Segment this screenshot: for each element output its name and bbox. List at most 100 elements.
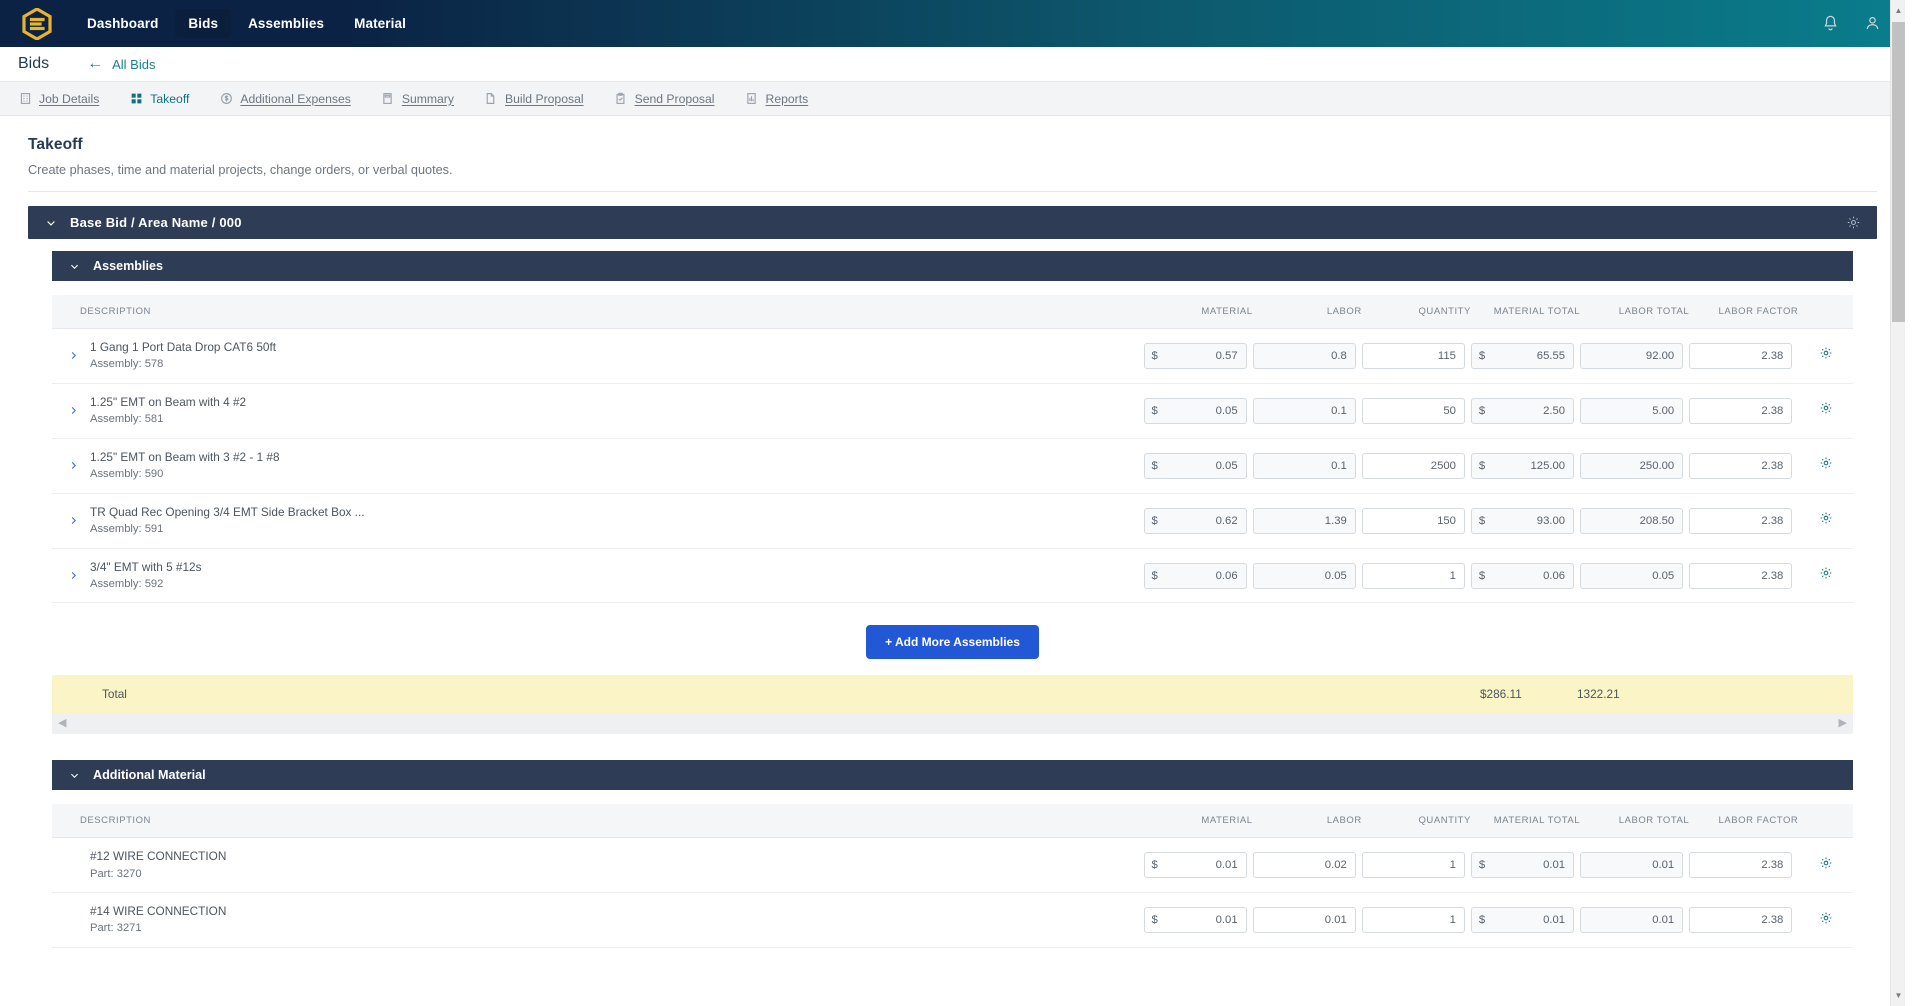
add-more-assemblies-button[interactable]: + Add More Assemblies: [866, 625, 1039, 660]
material-total-input[interactable]: $ 93.00: [1470, 507, 1575, 534]
material-cell: $ 0.05: [1143, 438, 1253, 494]
material-input[interactable]: $ 0.62: [1143, 507, 1247, 534]
chevron-right-icon[interactable]: [64, 405, 82, 416]
row-settings-gear-icon[interactable]: [1819, 511, 1833, 525]
material-input[interactable]: $ 0.57: [1143, 342, 1247, 369]
labor-factor-input[interactable]: 2.38: [1689, 507, 1793, 534]
material-total-input[interactable]: $ 0.01: [1470, 852, 1575, 879]
labor-total-input[interactable]: 0.05: [1580, 562, 1684, 589]
material-value: 0.05: [1215, 404, 1238, 417]
assemblies-horizontal-scrollbar[interactable]: ◀ ▶: [52, 713, 1853, 735]
labor-total-input[interactable]: 0.01: [1580, 852, 1684, 879]
building-icon: [18, 92, 32, 106]
material-input[interactable]: $ 0.05: [1143, 397, 1247, 424]
material-cell: $ 0.01: [1143, 837, 1253, 894]
material-total-input[interactable]: $ 2.50: [1470, 397, 1575, 424]
total-material-value: $286.11: [1480, 687, 1522, 702]
quantity-input[interactable]: 1: [1361, 852, 1465, 879]
col-actions: [1798, 295, 1853, 329]
labor-total-input[interactable]: 92.00: [1580, 342, 1684, 369]
scrollbar-thumb[interactable]: [1892, 22, 1905, 322]
material-total-input[interactable]: $ 0.01: [1470, 907, 1575, 934]
row-settings-gear-icon[interactable]: [1819, 346, 1833, 360]
assemblies-section-header[interactable]: Assemblies: [52, 251, 1853, 281]
labor-input[interactable]: 0.05: [1252, 562, 1356, 589]
quantity-input[interactable]: 115: [1361, 342, 1465, 369]
assembly-description-cell: TR Quad Rec Opening 3/4 EMT Side Bracket…: [52, 493, 1144, 549]
labor-total-input[interactable]: 0.01: [1580, 907, 1684, 934]
labor-factor-input[interactable]: 2.38: [1689, 562, 1793, 589]
material-input[interactable]: $ 0.01: [1143, 852, 1247, 879]
tab-takeoff[interactable]: Takeoff: [129, 92, 205, 106]
quantity-input[interactable]: 150: [1361, 507, 1465, 534]
additional-material-section-header[interactable]: Additional Material: [52, 760, 1853, 791]
hexagon-e-logo[interactable]: [18, 5, 56, 43]
col-labor: LABOR: [1252, 804, 1362, 839]
phase-settings-gear-icon[interactable]: [1846, 215, 1861, 230]
material-total-input[interactable]: $ 0.06: [1470, 562, 1575, 589]
material-total-input[interactable]: $ 65.55: [1470, 342, 1575, 369]
material-input[interactable]: $ 0.05: [1143, 452, 1247, 479]
phase-header-bar[interactable]: Base Bid / Area Name / 000: [28, 206, 1877, 239]
col-actions: [1798, 804, 1853, 839]
tab-build-proposal[interactable]: Build Proposal: [484, 92, 600, 106]
tab-job-details[interactable]: Job Details: [18, 92, 115, 106]
labor-total-input[interactable]: 208.50: [1580, 507, 1684, 534]
row-settings-gear-icon[interactable]: [1819, 856, 1833, 870]
scroll-left-arrow-icon[interactable]: ◀: [58, 718, 66, 729]
tab-send-proposal[interactable]: Send Proposal: [614, 92, 731, 106]
all-bids-back-link[interactable]: ← All Bids: [87, 56, 155, 72]
nav-item-dashboard[interactable]: Dashboard: [74, 9, 171, 38]
chevron-right-icon[interactable]: [64, 515, 82, 526]
chevron-down-icon[interactable]: [67, 259, 81, 273]
row-settings-gear-icon[interactable]: [1819, 566, 1833, 580]
quantity-input[interactable]: 2500: [1361, 452, 1465, 479]
labor-input[interactable]: 0.8: [1252, 342, 1356, 369]
labor-input[interactable]: 0.01: [1252, 907, 1356, 934]
labor-input[interactable]: 1.39: [1252, 507, 1356, 534]
scroll-up-arrow-icon[interactable]: ▲: [1891, 2, 1906, 19]
nav-item-assemblies[interactable]: Assemblies: [235, 9, 337, 38]
material-input[interactable]: $ 0.06: [1143, 562, 1247, 589]
chevron-down-icon[interactable]: [44, 216, 58, 230]
currency-symbol: $: [1478, 859, 1486, 872]
row-settings-gear-icon[interactable]: [1819, 456, 1833, 470]
labor-total-input[interactable]: 5.00: [1580, 397, 1684, 424]
scroll-down-arrow-icon[interactable]: ▼: [1891, 987, 1906, 1004]
labor-factor-input[interactable]: 2.38: [1689, 852, 1793, 879]
labor-factor-input[interactable]: 2.38: [1689, 397, 1793, 424]
page-scrollbar[interactable]: ▲ ▼: [1890, 0, 1905, 1006]
row-actions-cell: [1798, 383, 1853, 439]
row-settings-gear-icon[interactable]: [1819, 911, 1833, 925]
labor-factor-input[interactable]: 2.38: [1689, 907, 1793, 934]
quantity-input[interactable]: 50: [1361, 397, 1465, 424]
labor-total-cell: 0.05: [1580, 548, 1690, 604]
top-navigation-bar: Dashboard Bids Assemblies Material: [0, 0, 1905, 47]
material-total-input[interactable]: $ 125.00: [1470, 452, 1575, 479]
labor-input[interactable]: 0.1: [1252, 397, 1356, 424]
scroll-right-arrow-icon[interactable]: ▶: [1839, 718, 1847, 729]
labor-factor-input[interactable]: 2.38: [1689, 452, 1793, 479]
material-input[interactable]: $ 0.01: [1143, 907, 1247, 934]
chevron-right-icon[interactable]: [64, 460, 82, 471]
nav-item-material[interactable]: Material: [341, 9, 419, 38]
labor-input[interactable]: 0.1: [1252, 452, 1356, 479]
chevron-down-icon[interactable]: [67, 768, 81, 782]
nav-item-bids[interactable]: Bids: [175, 9, 232, 38]
labor-total-cell: 208.50: [1580, 493, 1690, 549]
tab-reports-label: Reports: [765, 91, 809, 106]
tab-summary[interactable]: Summary: [381, 92, 470, 106]
labor-input[interactable]: 0.02: [1252, 852, 1356, 879]
user-icon[interactable]: [1861, 13, 1883, 35]
bell-icon[interactable]: [1819, 13, 1841, 35]
tab-reports[interactable]: Reports: [745, 92, 825, 106]
row-settings-gear-icon[interactable]: [1819, 401, 1833, 415]
chevron-right-icon[interactable]: [64, 350, 82, 361]
quantity-input[interactable]: 1: [1361, 562, 1465, 589]
tab-additional-expenses[interactable]: Additional Expenses: [219, 92, 366, 106]
labor-factor-value: 2.38: [1761, 914, 1784, 927]
labor-total-input[interactable]: 250.00: [1580, 452, 1684, 479]
chevron-right-icon[interactable]: [64, 570, 82, 581]
quantity-input[interactable]: 1: [1361, 907, 1465, 934]
labor-factor-input[interactable]: 2.38: [1689, 342, 1793, 369]
